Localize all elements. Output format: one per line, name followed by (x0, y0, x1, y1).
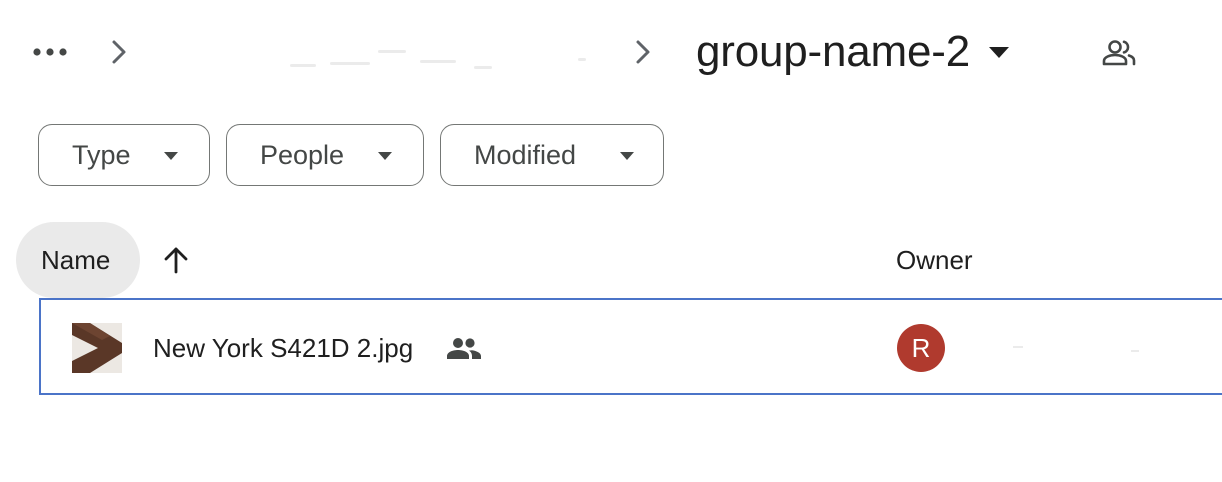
breadcrumb: group-name-2 (0, 0, 1222, 110)
filter-modified-chip[interactable]: Modified (440, 124, 664, 186)
column-header-owner[interactable]: Owner (896, 240, 973, 280)
column-header-name-label: Name (41, 245, 111, 275)
people-outline-icon[interactable] (1100, 38, 1140, 68)
file-row[interactable]: New York S421D 2.jpg R (39, 298, 1222, 395)
filter-people-label: People (260, 140, 345, 170)
breadcrumb-parent-folder[interactable] (270, 40, 600, 70)
filter-modified-label: Modified (474, 140, 577, 170)
owner-avatar: R (897, 324, 945, 372)
more-horiz-icon[interactable] (30, 36, 70, 68)
chevron-right-icon (112, 40, 126, 64)
arrow-upward-icon[interactable] (160, 244, 192, 276)
filter-type-chip[interactable]: Type (38, 124, 210, 186)
arrow-drop-down-icon (378, 152, 392, 160)
page-title: group-name-2 (696, 27, 970, 76)
image-thumbnail (72, 323, 122, 373)
arrow-drop-down-icon (988, 47, 1009, 58)
drive-file-browser: group-name-2 Type People Modified Name O… (0, 0, 1222, 482)
chevron-right-icon (636, 40, 650, 64)
arrow-drop-down-icon (620, 152, 634, 160)
column-header-name[interactable]: Name (16, 222, 140, 298)
filter-people-chip[interactable]: People (226, 124, 424, 186)
arrow-drop-down-icon (164, 152, 178, 160)
people-icon (447, 338, 481, 359)
filter-type-label: Type (72, 140, 131, 170)
current-folder-button[interactable]: group-name-2 (696, 22, 1010, 82)
owner-name (981, 344, 1141, 354)
file-name: New York S421D 2.jpg (153, 333, 414, 363)
